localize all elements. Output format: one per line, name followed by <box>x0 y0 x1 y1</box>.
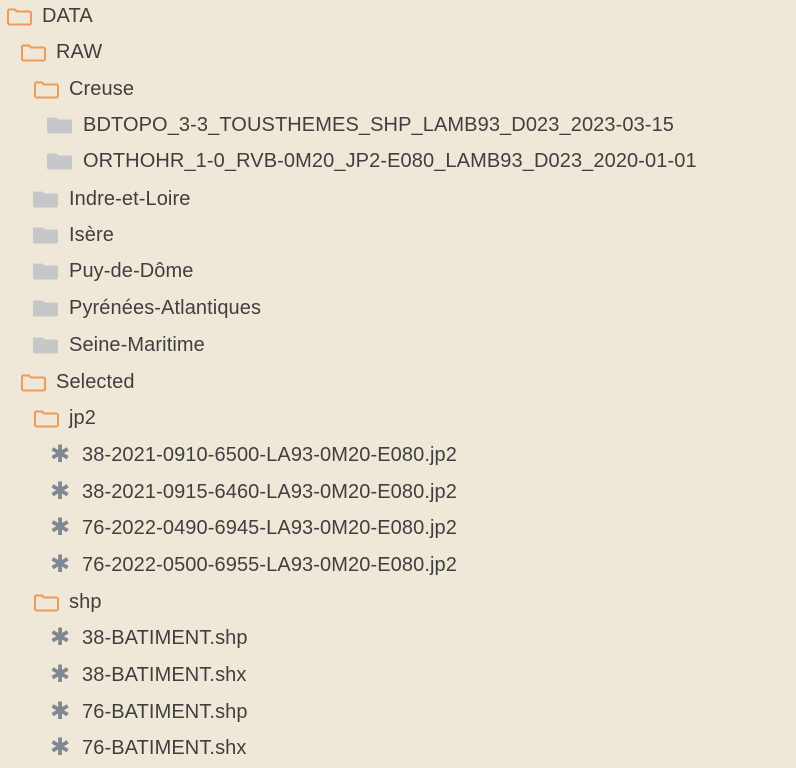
tree-item-label: 76-BATIMENT.shx <box>82 737 247 759</box>
tree-item-label: BDTOPO_3-3_TOUSTHEMES_SHP_LAMB93_D023_20… <box>83 114 675 136</box>
tree-item-label: Pyrénées-Atlantiques <box>69 297 262 319</box>
tree-item-label: 76-BATIMENT.shp <box>82 701 248 723</box>
asterisk-icon: ✱ <box>49 698 71 725</box>
asterisk-icon: ✱ <box>49 734 71 761</box>
tree-item-label: shp <box>69 591 102 613</box>
folder-open-icon <box>33 591 59 613</box>
tree-item-indre-et-loire-folder[interactable]: Indre-et-Loire <box>0 181 190 217</box>
asterisk-icon: ✱ <box>49 624 71 651</box>
folder-open-icon <box>33 78 59 100</box>
tree-item-label: Seine-Maritime <box>69 334 205 356</box>
tree-item-file[interactable]: ✱ 76-2022-0500-6955-LA93-0M20-E080.jp2 <box>0 547 457 583</box>
tree-item-label: Indre-et-Loire <box>69 188 191 210</box>
tree-item-orthohr-folder[interactable]: ORTHOHR_1-0_RVB-0M20_JP2-E080_LAMB93_D02… <box>0 143 697 179</box>
tree-item-file[interactable]: ✱ 76-BATIMENT.shp <box>0 694 248 730</box>
tree-item-label: 38-BATIMENT.shp <box>82 627 248 649</box>
folder-open-icon <box>6 5 32 27</box>
tree-item-bdtopo-folder[interactable]: BDTOPO_3-3_TOUSTHEMES_SHP_LAMB93_D023_20… <box>0 107 674 143</box>
folder-closed-icon <box>33 297 59 319</box>
folder-closed-icon <box>33 224 59 246</box>
folder-closed-icon <box>47 114 73 136</box>
tree-item-label: 76-2022-0500-6955-LA93-0M20-E080.jp2 <box>82 554 457 576</box>
folder-closed-icon <box>33 334 59 356</box>
tree-item-label: 38-2021-0910-6500-LA93-0M20-E080.jp2 <box>82 444 457 466</box>
asterisk-icon: ✱ <box>49 478 71 505</box>
asterisk-icon: ✱ <box>49 551 71 578</box>
folder-open-icon <box>20 371 46 393</box>
tree-item-label: Selected <box>56 371 135 393</box>
tree-item-jp2-folder[interactable]: jp2 <box>0 400 96 436</box>
tree-item-label: Creuse <box>69 78 135 100</box>
file-tree: DATA RAW Creuse BDTOPO_3-3_TOUSTHEMES_SH… <box>0 0 796 768</box>
folder-open-icon <box>20 41 46 63</box>
tree-item-shp-folder[interactable]: shp <box>0 584 102 620</box>
asterisk-icon: ✱ <box>49 661 71 688</box>
tree-item-pyrenees-atlantiques-folder[interactable]: Pyrénées-Atlantiques <box>0 290 261 326</box>
tree-item-label: 38-BATIMENT.shx <box>82 664 247 686</box>
folder-open-icon <box>33 407 59 429</box>
tree-item-label: Puy-de-Dôme <box>69 260 194 282</box>
folder-closed-icon <box>47 150 73 172</box>
tree-item-file[interactable]: ✱ 38-BATIMENT.shp <box>0 620 248 656</box>
tree-item-label: Isère <box>69 224 114 246</box>
asterisk-icon: ✱ <box>49 441 71 468</box>
tree-item-puy-de-dome-folder[interactable]: Puy-de-Dôme <box>0 253 193 289</box>
tree-item-label: ORTHOHR_1-0_RVB-0M20_JP2-E080_LAMB93_D02… <box>83 150 697 172</box>
folder-closed-icon <box>33 188 59 210</box>
asterisk-icon: ✱ <box>49 514 71 541</box>
tree-item-label: RAW <box>56 41 103 63</box>
tree-item-selected-folder[interactable]: Selected <box>0 364 135 400</box>
tree-item-file[interactable]: ✱ 38-2021-0910-6500-LA93-0M20-E080.jp2 <box>0 437 457 473</box>
tree-item-file[interactable]: ✱ 38-BATIMENT.shx <box>0 657 247 693</box>
tree-item-file[interactable]: ✱ 76-BATIMENT.shx <box>0 730 247 766</box>
tree-item-label: jp2 <box>69 407 96 429</box>
tree-item-label: 38-2021-0915-6460-LA93-0M20-E080.jp2 <box>82 481 457 503</box>
tree-item-file[interactable]: ✱ 76-2022-0490-6945-LA93-0M20-E080.jp2 <box>0 510 457 546</box>
folder-closed-icon <box>33 260 59 282</box>
tree-item-seine-maritime-folder[interactable]: Seine-Maritime <box>0 327 205 363</box>
tree-item-label: 76-2022-0490-6945-LA93-0M20-E080.jp2 <box>82 517 457 539</box>
tree-item-isere-folder[interactable]: Isère <box>0 217 114 253</box>
tree-item-raw-folder[interactable]: RAW <box>0 34 102 70</box>
tree-item-file[interactable]: ✱ 38-2021-0915-6460-LA93-0M20-E080.jp2 <box>0 474 457 510</box>
tree-item-creuse-folder[interactable]: Creuse <box>0 71 134 107</box>
tree-item-label: DATA <box>42 5 93 27</box>
tree-item-data-folder[interactable]: DATA <box>0 0 93 34</box>
